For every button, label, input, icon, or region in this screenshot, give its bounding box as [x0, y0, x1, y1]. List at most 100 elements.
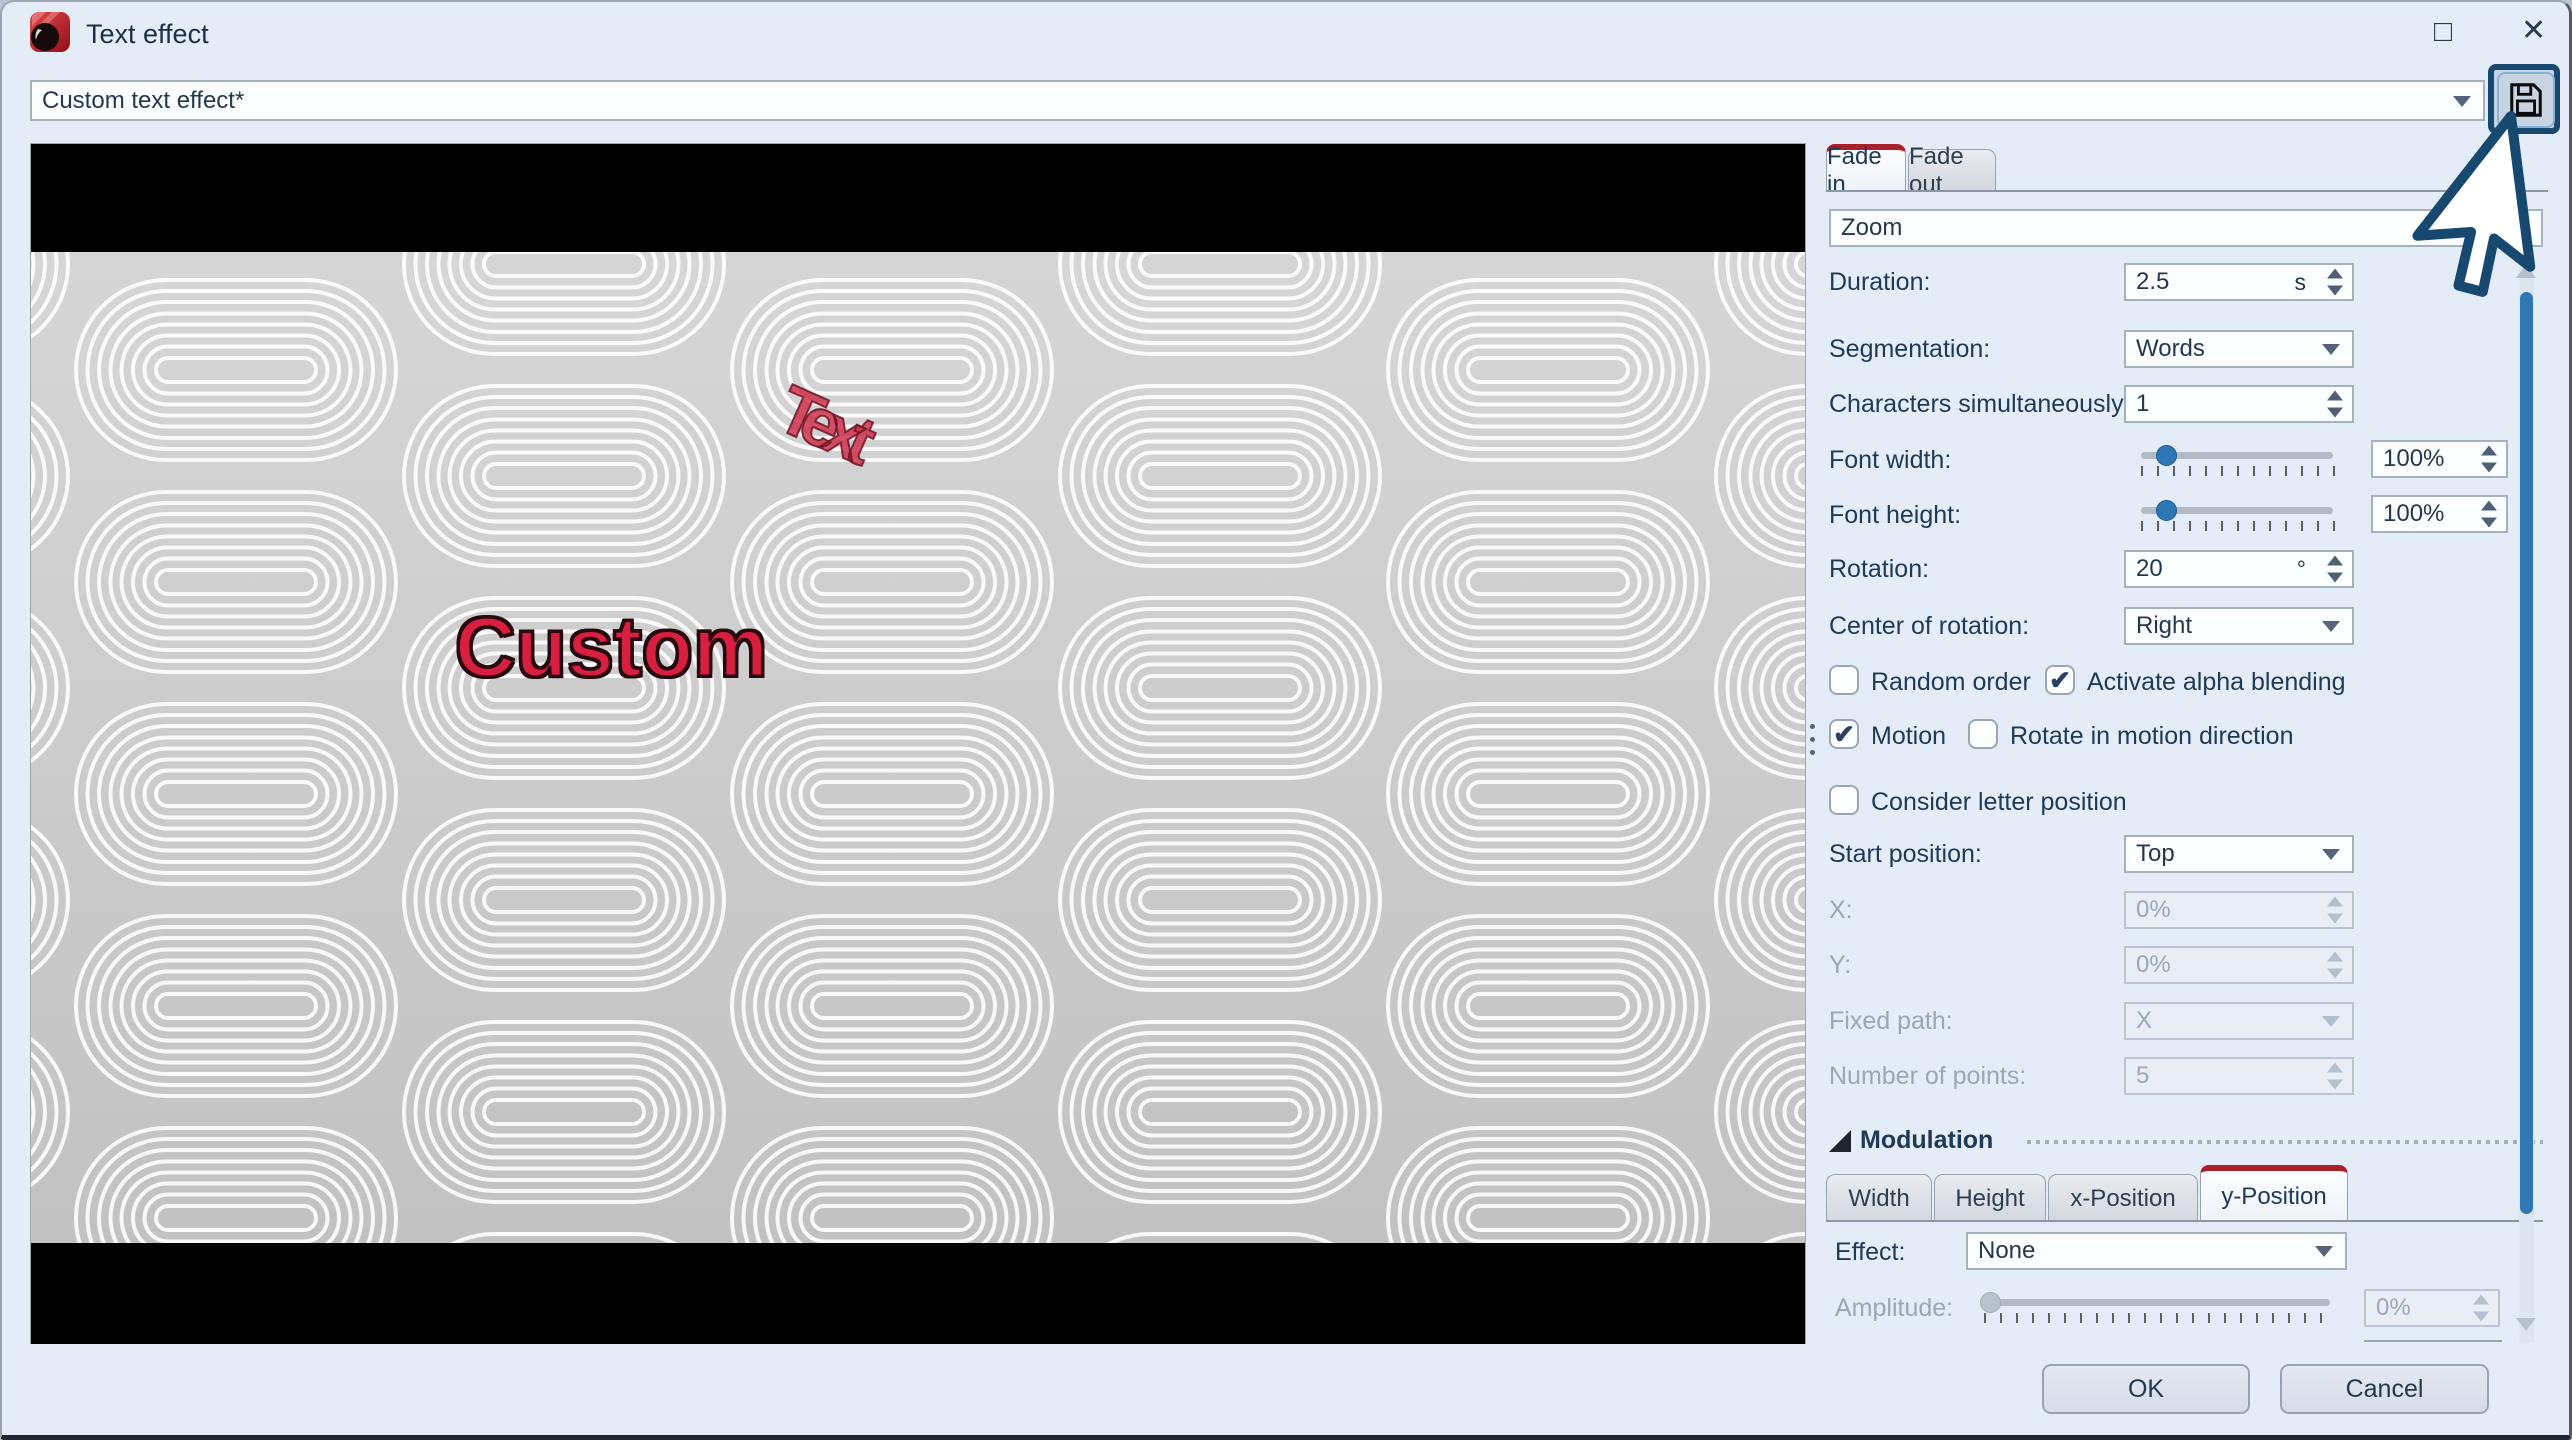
center-of-rotation-label: Center of rotation: — [1829, 612, 2030, 640]
tab-width[interactable]: Width — [1826, 1174, 1932, 1222]
duration-label: Duration: — [1829, 268, 1931, 296]
tab-fade-out[interactable]: Fade out — [1908, 143, 1996, 198]
panel-bottom-divider — [2364, 1340, 2502, 1342]
y-spinner: 0% — [2124, 946, 2354, 984]
characters-value: 1 — [2136, 390, 2150, 417]
font-height-spinner[interactable]: 100% — [2371, 495, 2508, 533]
spinner-arrows-icon[interactable] — [2327, 555, 2343, 583]
y-label: Y: — [1829, 951, 1852, 979]
tab-height[interactable]: Height — [1934, 1174, 2046, 1222]
segmentation-value: Words — [2136, 335, 2205, 362]
motion-checkbox[interactable]: ✔ — [1829, 719, 1859, 749]
tab-y-position[interactable]: y-Position — [2200, 1165, 2348, 1222]
alpha-blending-checkbox[interactable]: ✔ — [2045, 665, 2075, 695]
motion-label: Motion — [1871, 722, 1947, 750]
preview-canvas: Custom Text — [30, 143, 1806, 1344]
start-position-combobox[interactable]: Top — [2124, 835, 2354, 873]
font-width-ticks — [2141, 466, 2335, 476]
letterbox-bottom — [31, 1243, 1805, 1344]
y-value: 0% — [2136, 951, 2171, 978]
center-of-rotation-combobox[interactable]: Right — [2124, 607, 2354, 645]
number-points-spinner: 5 — [2124, 1057, 2354, 1095]
number-points-value: 5 — [2136, 1062, 2150, 1089]
start-position-value: Top — [2136, 840, 2175, 867]
number-points-label: Number of points: — [1829, 1062, 2027, 1090]
preset-combobox[interactable]: Custom text effect* — [30, 80, 2485, 121]
chevron-down-icon — [2315, 1246, 2333, 1257]
rotate-motion-label: Rotate in motion direction — [2010, 722, 2294, 750]
duration-value: 2.5 — [2136, 268, 2170, 295]
random-order-checkbox[interactable] — [1829, 665, 1859, 695]
x-spinner: 0% — [2124, 891, 2354, 929]
characters-label: Characters simultaneously: — [1829, 390, 2131, 418]
duration-unit: s — [2294, 268, 2307, 295]
segmentation-label: Segmentation: — [1829, 335, 1991, 363]
center-of-rotation-value: Right — [2136, 612, 2193, 639]
effect-preset-value: Zoom — [1841, 214, 1903, 241]
font-height-slider-thumb[interactable] — [2156, 500, 2177, 521]
tab-x-position[interactable]: x-Position — [2048, 1174, 2198, 1222]
text-effect-dialog: Text effect □ ✕ Custom text effect* Cust… — [0, 0, 2572, 1440]
characters-spinner[interactable]: 1 — [2124, 385, 2354, 423]
segmentation-combobox[interactable]: Words — [2124, 330, 2354, 368]
rotation-value: 20 — [2136, 555, 2163, 582]
letter-position-label: Consider letter position — [1871, 788, 2127, 816]
rotation-spinner[interactable]: 20 ° — [2124, 550, 2354, 588]
x-label: X: — [1829, 896, 1853, 924]
random-order-label: Random order — [1871, 668, 2031, 696]
rotate-motion-checkbox[interactable] — [1968, 719, 1998, 749]
preview-background-pattern: Custom Text — [31, 252, 1805, 1243]
mouse-cursor-icon — [2412, 111, 2536, 297]
splitter-handle[interactable] — [1810, 724, 1816, 755]
fixed-path-combobox: X — [2124, 1002, 2354, 1040]
preset-value: Custom text effect* — [42, 86, 245, 114]
spinner-arrows-icon — [2327, 951, 2343, 979]
scrollbar-down-icon[interactable] — [2516, 1318, 2536, 1331]
spinner-arrows-icon[interactable] — [2481, 500, 2497, 528]
scrollbar-thumb[interactable] — [2520, 292, 2533, 1214]
collapse-triangle-icon[interactable] — [1829, 1130, 1851, 1152]
cancel-button[interactable]: Cancel — [2280, 1364, 2489, 1414]
preview-main-text: Custom — [454, 599, 770, 696]
spinner-arrows-icon[interactable] — [2327, 390, 2343, 418]
chevron-down-icon — [2322, 1016, 2340, 1027]
spinner-arrows-icon — [2327, 1062, 2343, 1090]
amplitude-slider — [1982, 1299, 2330, 1306]
font-width-label: Font width: — [1829, 446, 1952, 474]
spinner-arrows-icon[interactable] — [2481, 445, 2497, 473]
modulation-dotted-line — [2027, 1140, 2543, 1144]
font-height-value: 100% — [2383, 500, 2445, 527]
app-icon — [30, 12, 70, 52]
start-position-label: Start position: — [1829, 840, 1982, 868]
rotation-label: Rotation: — [1829, 555, 1930, 583]
chevron-down-icon — [2322, 849, 2340, 860]
alpha-blending-label: Activate alpha blending — [2087, 668, 2346, 696]
amplitude-slider-thumb — [1980, 1292, 2001, 1313]
letter-position-checkbox[interactable] — [1829, 785, 1859, 815]
font-width-slider-thumb[interactable] — [2156, 445, 2177, 466]
maximize-icon[interactable]: □ — [2434, 17, 2452, 47]
x-value: 0% — [2136, 896, 2171, 923]
tab-fade-in[interactable]: Fade in — [1826, 143, 1906, 198]
close-icon[interactable]: ✕ — [2521, 16, 2546, 46]
font-width-spinner[interactable]: 100% — [2371, 440, 2508, 478]
modulation-header[interactable]: Modulation — [1860, 1126, 1993, 1155]
spinner-arrows-icon — [2327, 896, 2343, 924]
chevron-down-icon — [2322, 344, 2340, 355]
amplitude-label: Amplitude: — [1835, 1294, 1954, 1322]
duration-spinner[interactable]: 2.5 s — [2124, 263, 2354, 301]
amplitude-value: 0% — [2376, 1294, 2411, 1321]
modulation-effect-value: None — [1978, 1237, 2036, 1264]
amplitude-spinner: 0% — [2364, 1289, 2500, 1327]
ok-button[interactable]: OK — [2042, 1364, 2250, 1414]
font-width-value: 100% — [2383, 445, 2445, 472]
window-title: Text effect — [86, 19, 209, 49]
modulation-tab-strip-line — [1826, 1220, 2543, 1222]
modulation-effect-label: Effect: — [1835, 1238, 1906, 1266]
letterbox-top — [31, 144, 1805, 252]
font-height-ticks — [2141, 521, 2335, 531]
chevron-down-icon — [2322, 621, 2340, 632]
rotation-unit: ° — [2296, 555, 2306, 582]
modulation-effect-combobox[interactable]: None — [1966, 1232, 2347, 1270]
spinner-arrows-icon[interactable] — [2327, 268, 2343, 296]
